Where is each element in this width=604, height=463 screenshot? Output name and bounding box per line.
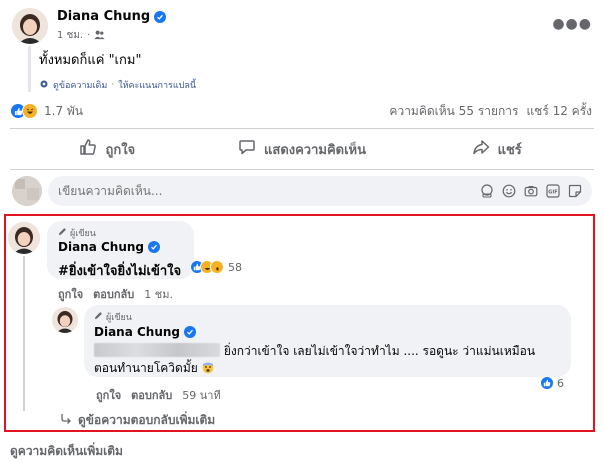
post-text: ทั้งหมดก็แค่ "เกม" — [39, 53, 142, 68]
reply-time[interactable]: 59 นาที — [182, 386, 220, 404]
comment-like-button[interactable]: ถูกใจ — [58, 285, 83, 303]
reply-author-avatar[interactable] — [52, 307, 78, 333]
reaction-summary[interactable]: 1.7 พัน — [10, 102, 83, 121]
post-author-name[interactable]: Diana Chung — [57, 9, 150, 24]
share-label: แชร์ — [497, 142, 522, 158]
comment-icon — [238, 138, 256, 160]
reply-author[interactable]: Diana Chung — [94, 325, 197, 339]
wow-reaction-icon — [210, 260, 224, 274]
people-icon — [94, 29, 105, 43]
author-avatar[interactable] — [12, 8, 48, 44]
reply-reply-button[interactable]: ตอบกลับ — [131, 386, 172, 404]
comment-time[interactable]: 1 ชม. — [144, 285, 173, 303]
shares-count[interactable]: แชร์ 12 ครั้ง — [526, 102, 592, 121]
comment-button[interactable]: แสดงความคิดเห็น — [205, 132, 400, 166]
pencil-icon — [58, 227, 67, 239]
author-badge-label: ผู้เขียน — [70, 229, 96, 239]
comment-reaction-count: 58 — [228, 260, 242, 274]
reply-bubble: ผู้เขียน Diana Chung ยิ่งกว่าเข้าใจ เลยไ… — [84, 305, 571, 377]
like-reaction-icon — [540, 376, 554, 390]
more-options-icon[interactable]: ●●● — [552, 16, 592, 32]
more-comments-link[interactable]: ดูความคิดเห็นเพิ่มเติม — [10, 442, 123, 461]
comment-actions: ถูกใจ ตอบกลับ 1 ชม. — [58, 285, 173, 303]
actions-divider — [10, 169, 594, 170]
emoji-icon[interactable] — [502, 184, 516, 198]
reply-reactions[interactable]: 6 — [540, 376, 564, 390]
scared-emoji-icon — [202, 361, 214, 375]
thread-line — [23, 256, 25, 411]
dot-separator: · — [87, 30, 91, 41]
see-original-link[interactable]: ดูข้อความเดิม — [53, 78, 107, 92]
viewer-avatar — [12, 176, 42, 206]
haha-reaction-icon — [22, 103, 38, 119]
svg-text:GIF: GIF — [548, 189, 557, 195]
post-body: ทั้งหมดก็แค่ "เกม" ดูข้อความเดิม · ให้คะ… — [28, 46, 196, 92]
stats-divider — [10, 128, 594, 129]
comment-reactions[interactable]: 58 — [190, 260, 242, 274]
comment-text: #ยิ่งเข้าใจยิ่งไม่เข้าใจ — [58, 264, 182, 279]
share-button[interactable]: แชร์ — [399, 132, 594, 166]
like-button[interactable]: ถูกใจ — [10, 132, 205, 166]
reply-text: ยิ่งกว่าเข้าใจ เลยไม่เข้าใจว่าทำไม .... … — [94, 343, 564, 377]
share-icon — [472, 138, 490, 160]
reaction-count[interactable]: 1.7 พัน — [44, 102, 83, 121]
camera-icon[interactable] — [524, 184, 538, 198]
reply-author-name[interactable]: Diana Chung — [94, 325, 180, 339]
pencil-icon — [94, 311, 103, 323]
comment-input[interactable] — [58, 184, 480, 198]
verified-icon — [148, 241, 161, 253]
more-replies-link[interactable]: ดูข้อความตอบกลับเพิ่มเติม — [60, 411, 215, 430]
reply-text-line1: ยิ่งกว่าเข้าใจ เลยไม่เข้าใจว่าทำไม .... … — [220, 344, 536, 358]
avatar-sticker-icon[interactable] — [480, 184, 494, 198]
author-badge: ผู้เขียน — [58, 226, 96, 240]
comment-author-name[interactable]: Diana Chung — [58, 240, 144, 254]
reply-actions: ถูกใจ ตอบกลับ 59 นาที — [96, 386, 221, 404]
reply-like-button[interactable]: ถูกใจ — [96, 386, 121, 404]
verified-icon — [154, 10, 167, 23]
reply-reaction-count: 6 — [557, 376, 564, 390]
comment-author-avatar[interactable] — [8, 222, 40, 254]
translation-row: ดูข้อความเดิม · ให้คะแนนการแปลนี้ — [39, 78, 196, 92]
rate-translation-link[interactable]: ให้คะแนนการแปลนี้ — [118, 78, 196, 92]
reply-arrow-icon — [60, 413, 72, 428]
author-badge-label: ผู้เขียน — [106, 313, 132, 323]
gif-icon[interactable]: GIF — [546, 184, 560, 198]
sticker-icon[interactable] — [568, 184, 582, 198]
comment-author[interactable]: Diana Chung — [58, 240, 161, 254]
more-replies-label: ดูข้อความตอบกลับเพิ่มเติม — [78, 413, 216, 427]
comments-count[interactable]: ความคิดเห็น 55 รายการ — [389, 102, 518, 121]
verified-icon — [184, 326, 197, 338]
translate-gear-icon — [39, 79, 49, 92]
translation-separator: · — [111, 80, 115, 90]
comment-bubble: ผู้เขียน Diana Chung #ยิ่งเข้าใจยิ่งไม่เ… — [47, 221, 194, 279]
post-header: Diana Chung 1 ชม. · ●●● — [10, 8, 594, 44]
comment-label: แสดงความคิดเห็น — [264, 142, 367, 158]
like-icon — [79, 138, 97, 160]
post-meta: 1 ชม. · — [57, 28, 105, 43]
comment-composer: GIF — [10, 176, 594, 208]
author-badge: ผู้เขียน — [94, 310, 132, 324]
post-author[interactable]: Diana Chung — [57, 9, 167, 24]
post-stats: 1.7 พัน ความคิดเห็น 55 รายการ แชร์ 12 คร… — [10, 100, 594, 122]
composer-icons: GIF — [480, 184, 582, 198]
reply-text-line2: ตอนทำนายโควิดมั้ย — [94, 361, 198, 375]
post-time[interactable]: 1 ชม. — [57, 28, 83, 43]
like-label: ถูกใจ — [105, 142, 136, 158]
blurred-mention — [94, 343, 220, 357]
post-actions: ถูกใจ แสดงความคิดเห็น แชร์ — [10, 132, 594, 166]
comment-input-box[interactable]: GIF — [48, 176, 592, 206]
comment-reply-button[interactable]: ตอบกลับ — [93, 285, 134, 303]
